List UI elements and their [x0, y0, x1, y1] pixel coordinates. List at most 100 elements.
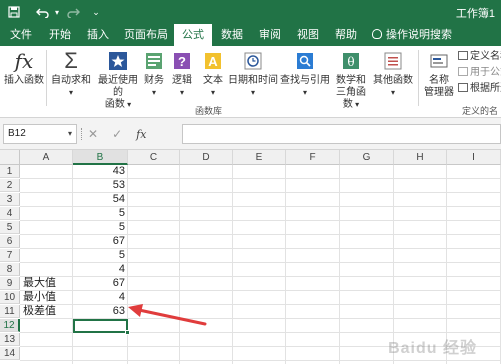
math-trig-button[interactable]: θ 数学和 三角函数 ▾: [332, 49, 370, 111]
row-header[interactable]: 4: [0, 207, 20, 220]
cell-b6[interactable]: 67: [73, 235, 127, 248]
lookup-label: 查找与引用: [280, 75, 330, 86]
name-box[interactable]: B12 ▾: [3, 124, 77, 144]
cell-b2[interactable]: 53: [73, 179, 127, 192]
financial-label: 财务: [144, 75, 164, 86]
undo-icon[interactable]: [34, 4, 52, 20]
save-icon[interactable]: [6, 4, 22, 20]
tab-review[interactable]: 审阅: [252, 24, 288, 46]
gridline: [285, 165, 286, 364]
row-header[interactable]: 11: [0, 305, 20, 318]
column-header-i[interactable]: I: [447, 150, 501, 165]
lookup-button[interactable]: 查找与引用 ▾: [280, 49, 330, 99]
cell-b5[interactable]: 5: [73, 221, 127, 234]
row-header-selected[interactable]: 12: [0, 319, 20, 332]
cell-b9[interactable]: 67: [73, 277, 127, 290]
column-header-h[interactable]: H: [394, 150, 447, 165]
gridline: [339, 165, 340, 364]
cell-b8[interactable]: 4: [73, 263, 127, 276]
create-from-selection-icon: [458, 83, 468, 92]
math-trig-label-1: 数学和: [336, 75, 366, 86]
name-manager-label-1: 名称: [429, 75, 449, 86]
svg-text:?: ?: [178, 54, 186, 69]
recent-functions-label-1: 最近使用的: [98, 75, 138, 98]
datetime-button[interactable]: 日期和时间 ▾: [228, 49, 278, 99]
tab-help[interactable]: 帮助: [328, 24, 364, 46]
insert-function-icon[interactable]: fx: [136, 128, 146, 141]
select-all-corner[interactable]: [0, 150, 20, 165]
redo-icon[interactable]: [64, 4, 82, 20]
cell-a9[interactable]: 最大值: [21, 277, 73, 290]
datetime-dropdown-icon: ▾: [250, 88, 255, 97]
financial-button[interactable]: 财务 ▾: [142, 49, 166, 99]
cell-b11[interactable]: 63: [73, 305, 127, 318]
row-header[interactable]: 10: [0, 291, 20, 304]
gridline: [179, 165, 180, 364]
annotation-arrow: [128, 304, 207, 326]
column-header-a[interactable]: A: [20, 150, 73, 165]
cell-b1[interactable]: 43: [73, 165, 127, 178]
enter-icon[interactable]: ✓: [112, 127, 122, 141]
row-header[interactable]: 2: [0, 179, 20, 192]
column-header-b[interactable]: B: [73, 150, 128, 165]
column-header-f[interactable]: F: [286, 150, 340, 165]
name-manager-label-2: 管理器: [424, 87, 454, 98]
tab-view[interactable]: 视图: [290, 24, 326, 46]
cell-b10[interactable]: 4: [73, 291, 127, 304]
chevron-down-icon[interactable]: ⌄: [90, 4, 102, 20]
cancel-icon[interactable]: ✕: [88, 127, 98, 141]
column-header-e[interactable]: E: [233, 150, 286, 165]
tab-data[interactable]: 数据: [214, 24, 250, 46]
row-header[interactable]: 8: [0, 263, 20, 276]
cell-a11[interactable]: 极差值: [21, 305, 73, 318]
more-functions-button[interactable]: 其他函数 ▾: [372, 49, 414, 99]
recent-dropdown-icon: ▾: [124, 100, 132, 109]
formula-bar-grip[interactable]: [81, 128, 83, 140]
row-header[interactable]: 3: [0, 193, 20, 206]
column-header-c[interactable]: C: [128, 150, 180, 165]
row-header[interactable]: 14: [0, 347, 20, 360]
cell-b3[interactable]: 54: [73, 193, 127, 206]
row-header[interactable]: 6: [0, 235, 20, 248]
column-header-g[interactable]: G: [340, 150, 394, 165]
insert-function-button[interactable]: fx 插入函数: [4, 49, 44, 87]
row-header[interactable]: 9: [0, 277, 20, 290]
formula-controls: ✕ ✓ fx: [88, 124, 146, 144]
ribbon-formulas: fx 插入函数 Σ 自动求和 ▾ 最近使用的 函数 ▾ 财务 ▾ ? 逻辑 ▾ …: [0, 46, 501, 118]
name-manager-button[interactable]: 名称 管理器: [422, 49, 456, 99]
lightbulb-icon: [372, 29, 382, 39]
recent-functions-button[interactable]: 最近使用的 函数 ▾: [94, 49, 142, 111]
logical-button[interactable]: ? 逻辑 ▾: [170, 49, 194, 99]
question-icon: ?: [170, 49, 194, 73]
cell-b4[interactable]: 5: [73, 207, 127, 220]
cell-a10[interactable]: 最小值: [21, 291, 73, 304]
define-name-button[interactable]: 定义名称: [458, 50, 501, 63]
create-from-selection-label: 根据所选: [470, 83, 501, 94]
svg-text:θ: θ: [347, 55, 354, 69]
autosum-button[interactable]: Σ 自动求和 ▾: [50, 49, 92, 99]
row-header[interactable]: 13: [0, 333, 20, 346]
use-in-formula-button[interactable]: 用于公式: [458, 66, 501, 79]
cell-b7[interactable]: 5: [73, 249, 127, 262]
fill-handle[interactable]: [125, 330, 130, 335]
name-box-dropdown-icon[interactable]: ▾: [68, 125, 72, 143]
use-in-formula-icon: [458, 67, 468, 76]
text-button[interactable]: A 文本 ▾: [200, 49, 226, 99]
tab-formulas[interactable]: 公式: [174, 24, 212, 46]
create-from-selection-button[interactable]: 根据所选: [458, 82, 501, 95]
tell-me-search[interactable]: 操作说明搜索: [372, 24, 482, 46]
column-header-d[interactable]: D: [180, 150, 233, 165]
logical-dropdown-icon: ▾: [179, 88, 184, 97]
formula-input[interactable]: [182, 124, 501, 144]
tab-page-layout[interactable]: 页面布局: [120, 24, 172, 46]
ribbon-separator: [418, 50, 419, 106]
gridline: [232, 165, 233, 364]
tab-home[interactable]: 开始: [42, 24, 78, 46]
tab-insert[interactable]: 插入: [80, 24, 116, 46]
row-header[interactable]: 1: [0, 165, 20, 178]
active-cell-b12[interactable]: [73, 319, 130, 335]
tab-file[interactable]: 文件: [4, 24, 38, 46]
row-header[interactable]: 7: [0, 249, 20, 262]
undo-dropdown-icon[interactable]: ▾: [52, 4, 62, 20]
row-header[interactable]: 5: [0, 221, 20, 234]
